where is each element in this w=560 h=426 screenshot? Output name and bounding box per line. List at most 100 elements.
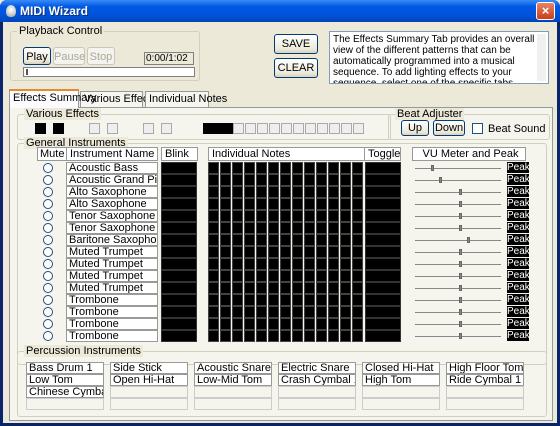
note-cell[interactable] [352,198,363,210]
note-cell[interactable] [280,270,291,282]
blink-cell[interactable] [161,270,197,282]
note-cell[interactable] [352,306,363,318]
note-cell[interactable] [256,306,267,318]
note-cell[interactable] [244,270,255,282]
note-cell[interactable] [352,294,363,306]
note-cell[interactable] [232,198,243,210]
effect-bar-cell[interactable] [317,123,328,134]
note-cell[interactable] [304,198,315,210]
effect-bar-cell[interactable] [269,123,280,134]
note-cell[interactable] [220,318,231,330]
effect-indicator[interactable] [53,123,64,134]
percussion-empty-slot[interactable] [194,398,272,410]
blink-cell[interactable] [161,174,197,186]
note-cell[interactable] [256,270,267,282]
note-cell[interactable] [304,246,315,258]
note-cell[interactable] [244,162,255,174]
note-cell[interactable] [244,198,255,210]
blink-cell[interactable] [161,210,197,222]
beat-up-button[interactable]: Up [401,120,429,136]
play-button[interactable]: Play [23,47,51,65]
note-cell[interactable] [244,174,255,186]
percussion-instrument[interactable]: Low-Mid Tom [194,374,272,386]
note-cell[interactable] [316,318,327,330]
note-cell[interactable] [280,306,291,318]
note-cell[interactable] [328,294,339,306]
note-cell[interactable] [208,174,219,186]
note-cell[interactable] [340,306,351,318]
note-cell[interactable] [268,318,279,330]
effect-bar-cell[interactable] [353,123,364,134]
note-cell[interactable] [352,234,363,246]
note-cell[interactable] [304,306,315,318]
note-cell[interactable] [352,222,363,234]
note-cell[interactable] [292,270,303,282]
note-cell[interactable] [352,330,363,342]
note-cell[interactable] [328,258,339,270]
note-cell[interactable] [340,162,351,174]
percussion-instrument[interactable]: High Tom [362,374,440,386]
note-cell[interactable] [304,330,315,342]
percussion-instrument[interactable]: Electric Snare [278,362,356,374]
note-cell[interactable] [292,294,303,306]
effect-bar-cell[interactable] [245,123,256,134]
note-cell[interactable] [220,282,231,294]
beat-sound-checkbox[interactable] [472,123,483,134]
note-cell[interactable] [232,306,243,318]
mute-radio[interactable] [43,283,53,293]
note-cell[interactable] [268,234,279,246]
toggle-cell[interactable] [365,258,401,270]
note-cell[interactable] [280,258,291,270]
note-cell[interactable] [316,162,327,174]
note-cell[interactable] [244,282,255,294]
note-cell[interactable] [352,186,363,198]
note-cell[interactable] [208,198,219,210]
note-cell[interactable] [244,210,255,222]
note-cell[interactable] [232,246,243,258]
note-cell[interactable] [220,258,231,270]
tab-individual-notes[interactable]: Individual Notes [145,91,227,107]
note-cell[interactable] [340,330,351,342]
note-cell[interactable] [244,222,255,234]
note-cell[interactable] [328,222,339,234]
close-button[interactable]: × [536,2,555,20]
note-cell[interactable] [220,186,231,198]
effect-indicator[interactable] [107,123,118,134]
mute-radio[interactable] [43,211,53,221]
note-cell[interactable] [208,330,219,342]
effect-bar-cell[interactable] [341,123,352,134]
note-cell[interactable] [256,258,267,270]
note-cell[interactable] [232,258,243,270]
beat-down-button[interactable]: Down [433,120,465,136]
note-cell[interactable] [292,258,303,270]
note-cell[interactable] [328,234,339,246]
note-cell[interactable] [316,246,327,258]
note-cell[interactable] [304,174,315,186]
percussion-empty-slot[interactable] [446,386,524,398]
note-cell[interactable] [268,330,279,342]
note-cell[interactable] [352,174,363,186]
note-cell[interactable] [304,222,315,234]
note-cell[interactable] [268,282,279,294]
note-cell[interactable] [220,294,231,306]
note-cell[interactable] [292,222,303,234]
mute-radio[interactable] [43,259,53,269]
note-cell[interactable] [232,186,243,198]
note-cell[interactable] [304,186,315,198]
note-cell[interactable] [208,246,219,258]
toggle-cell[interactable] [365,174,401,186]
note-cell[interactable] [244,330,255,342]
note-cell[interactable] [316,294,327,306]
note-cell[interactable] [316,258,327,270]
toggle-cell[interactable] [365,282,401,294]
note-cell[interactable] [280,198,291,210]
note-cell[interactable] [304,162,315,174]
effect-bar-cell[interactable] [329,123,340,134]
toggle-cell[interactable] [365,186,401,198]
note-cell[interactable] [256,186,267,198]
toggle-cell[interactable] [365,318,401,330]
note-cell[interactable] [268,186,279,198]
note-cell[interactable] [208,222,219,234]
note-cell[interactable] [316,234,327,246]
note-cell[interactable] [256,198,267,210]
